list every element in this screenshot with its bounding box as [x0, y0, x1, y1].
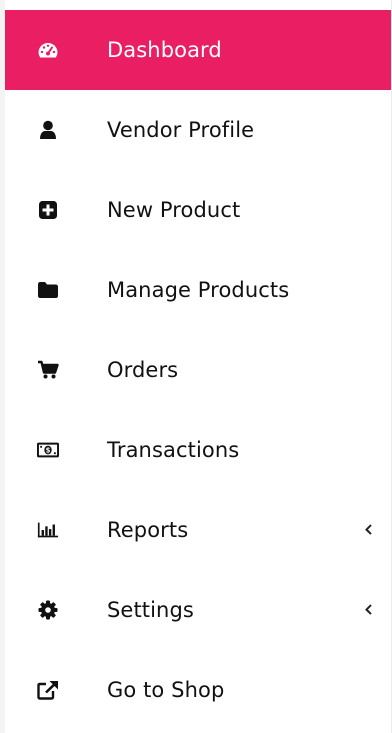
sidebar-item-transactions[interactable]: $ Transactions [0, 410, 392, 490]
sidebar-item-manage-products[interactable]: Manage Products [0, 250, 392, 330]
bar-chart-icon [37, 519, 59, 541]
sidebar: Dashboard Vendor Profile New Product Man… [0, 0, 392, 733]
sidebar-item-go-to-shop[interactable]: Go to Shop [0, 650, 392, 730]
sidebar-item-label: New Product [107, 198, 241, 222]
sidebar-item-reports[interactable]: Reports [0, 490, 392, 570]
cart-icon [37, 359, 59, 381]
sidebar-item-orders[interactable]: Orders [0, 330, 392, 410]
sidebar-item-settings[interactable]: Settings [0, 570, 392, 650]
sidebar-item-label: Orders [107, 358, 179, 382]
money-icon: $ [37, 439, 59, 461]
sidebar-menu: Dashboard Vendor Profile New Product Man… [0, 10, 392, 730]
chevron-left-icon[interactable] [362, 522, 376, 536]
external-link-icon [37, 679, 59, 701]
sidebar-item-label: Transactions [107, 438, 240, 462]
user-icon [37, 119, 59, 141]
sidebar-item-vendor-profile[interactable]: Vendor Profile [0, 90, 392, 170]
sidebar-item-label: Dashboard [107, 38, 222, 62]
plus-square-icon [37, 199, 59, 221]
gear-icon [37, 599, 59, 621]
sidebar-item-new-product[interactable]: New Product [0, 170, 392, 250]
sidebar-item-label: Vendor Profile [107, 118, 255, 142]
chevron-left-icon[interactable] [362, 602, 376, 616]
svg-text:$: $ [46, 447, 51, 455]
sidebar-item-label: Go to Shop [107, 678, 225, 702]
sidebar-item-label: Settings [107, 598, 194, 622]
sidebar-item-label: Reports [107, 518, 189, 542]
dashboard-icon [37, 39, 59, 61]
folder-icon [37, 279, 59, 301]
sidebar-item-dashboard[interactable]: Dashboard [5, 10, 391, 90]
sidebar-item-label: Manage Products [107, 278, 290, 302]
